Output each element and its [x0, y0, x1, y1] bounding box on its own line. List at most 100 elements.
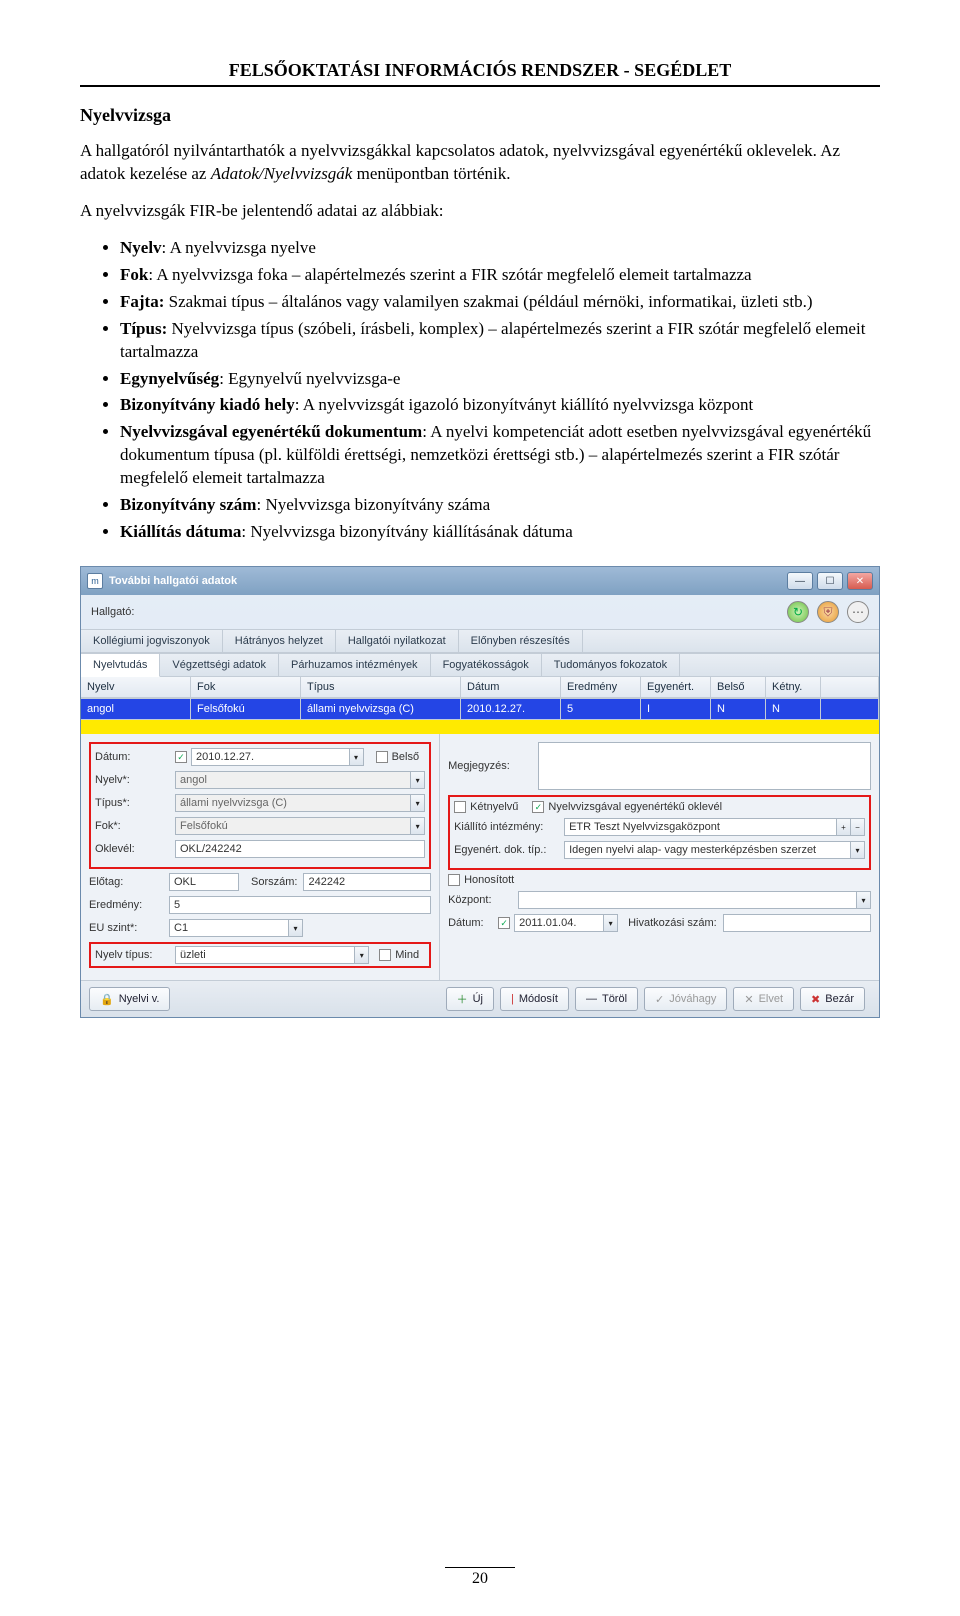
hivatkozas-input[interactable] — [723, 914, 871, 932]
app-icon: m — [87, 573, 103, 589]
button-bar: 🔒Nyelvi v. ＋Új |Módosít —Töröl ✓Jóváhagy… — [81, 980, 879, 1017]
nyelviv-button[interactable]: 🔒Nyelvi v. — [89, 987, 170, 1011]
nyelv-input[interactable]: angol — [175, 771, 411, 789]
tab[interactable]: Nyelvtudás — [81, 654, 160, 677]
column-header[interactable]: Fok — [191, 677, 301, 698]
euszint-label: EU szint*: — [89, 922, 169, 934]
egyenert-doc-label: Egyenért. dok. típ.: — [454, 844, 564, 856]
column-header[interactable] — [821, 677, 879, 698]
tab[interactable]: Párhuzamos intézmények — [279, 654, 431, 676]
kiallito-label: Kiállító intézmény: — [454, 821, 564, 833]
mind-checkbox[interactable] — [379, 949, 391, 961]
megjegyzes-input[interactable] — [538, 742, 871, 790]
shield-icon[interactable]: ⛨ — [817, 601, 839, 623]
datum2-label: Dátum: — [448, 917, 498, 929]
plus-icon[interactable]: + — [837, 818, 851, 836]
column-header[interactable]: Eredmény — [561, 677, 641, 698]
tab[interactable]: Kollégiumi jogviszonyok — [81, 630, 223, 652]
cell[interactable]: I — [641, 699, 711, 719]
cell[interactable]: N — [766, 699, 821, 719]
dropdown-icon[interactable]: ▾ — [411, 794, 425, 812]
bullet-item: Nyelvvizsgával egyenértékű dokumentum: A… — [120, 421, 880, 490]
minimize-button[interactable]: — — [787, 572, 813, 590]
ketnyelu-checkbox[interactable] — [454, 801, 466, 813]
data-grid: NyelvFokTípusDátumEredményEgyenért.Belső… — [81, 677, 879, 699]
tipus-input[interactable]: állami nyelvvizsga (C) — [175, 794, 411, 812]
dropdown-icon[interactable]: ▾ — [289, 919, 303, 937]
hivatkozas-label: Hivatkozási szám: — [628, 917, 717, 929]
egyenert-chk-label: Nyelvvizsgával egyenértékű oklevél — [548, 801, 722, 813]
belso-checkbox[interactable] — [376, 751, 388, 763]
fok-input[interactable]: Felsőfokú — [175, 817, 411, 835]
tab[interactable]: Hátrányos helyzet — [223, 630, 336, 652]
cell[interactable]: 5 — [561, 699, 641, 719]
dropdown-icon[interactable]: ▾ — [411, 771, 425, 789]
euszint-input[interactable]: C1 — [169, 919, 289, 937]
column-header[interactable]: Kétny. — [766, 677, 821, 698]
column-header[interactable]: Nyelv — [81, 677, 191, 698]
bullet-item: Egynyelvűség: Egynyelvű nyelvvizsga-e — [120, 368, 880, 391]
bullet-item: Nyelv: A nyelvvizsga nyelve — [120, 237, 880, 260]
cell[interactable]: 2010.12.27. — [461, 699, 561, 719]
datum-dropdown-icon[interactable]: ▾ — [350, 748, 364, 766]
more-icon[interactable]: ⋯ — [847, 601, 869, 623]
datum-checkbox[interactable]: ✓ — [175, 751, 187, 763]
tab[interactable]: Fogyatékosságok — [431, 654, 542, 676]
datum-input[interactable]: 2010.12.27. — [191, 748, 350, 766]
cell[interactable]: angol — [81, 699, 191, 719]
column-header[interactable]: Belső — [711, 677, 766, 698]
dropdown-icon[interactable]: ▾ — [857, 891, 871, 909]
kiallito-input[interactable]: ETR Teszt Nyelvvizsgaközpont — [564, 818, 837, 836]
oklevel-input[interactable]: OKL/242242 — [175, 840, 425, 858]
refresh-icon[interactable]: ↻ — [787, 601, 809, 623]
hallgato-label: Hallgató: — [91, 606, 151, 618]
sorszam-input[interactable]: 242242 — [303, 873, 431, 891]
dropdown-icon[interactable]: ▾ — [355, 946, 369, 964]
cell[interactable]: Felsőfokú — [191, 699, 301, 719]
elotag-input[interactable]: OKL — [169, 873, 239, 891]
column-header[interactable]: Egyenért. — [641, 677, 711, 698]
tab[interactable]: Tudományos fokozatok — [542, 654, 680, 676]
eredmeny-input[interactable]: 5 — [169, 896, 431, 914]
form-left: Dátum: ✓ 2010.12.27. ▾ Belső Nyelv*:ango… — [81, 734, 440, 980]
column-header[interactable]: Dátum — [461, 677, 561, 698]
minus-icon[interactable]: − — [851, 818, 865, 836]
column-header[interactable]: Típus — [301, 677, 461, 698]
megjegyzes-label: Megjegyzés: — [448, 760, 538, 772]
cell[interactable]: N — [711, 699, 766, 719]
datum-label: Dátum: — [95, 751, 175, 763]
cell[interactable] — [821, 699, 879, 719]
tab[interactable]: Végzettségi adatok — [160, 654, 279, 676]
egyenert-checkbox[interactable]: ✓ — [532, 801, 544, 813]
kozpont-input[interactable] — [518, 891, 857, 909]
dropdown-icon[interactable]: ▾ — [604, 914, 618, 932]
dropdown-icon[interactable]: ▾ — [851, 841, 865, 859]
honositott-checkbox[interactable] — [448, 874, 460, 886]
plus-icon: ＋ — [457, 991, 468, 1007]
bullet-item: Típus: Nyelvvizsga típus (szóbeli, írásb… — [120, 318, 880, 364]
maximize-button[interactable]: ☐ — [817, 572, 843, 590]
tab[interactable]: Hallgatói nyilatkozat — [336, 630, 459, 652]
tab[interactable]: Előnyben részesítés — [459, 630, 583, 652]
bezar-button[interactable]: ✖Bezár — [800, 987, 865, 1011]
minus-icon: — — [586, 993, 597, 1005]
form-right: Megjegyzés: Kétnyelvű ✓Nyelvvizsgával eg… — [440, 734, 879, 980]
datum2-input[interactable]: 2011.01.04. — [514, 914, 604, 932]
cell[interactable]: állami nyelvvizsga (C) — [301, 699, 461, 719]
datum2-checkbox[interactable]: ✓ — [498, 917, 510, 929]
close-icon: ✖ — [811, 993, 820, 1006]
uj-button[interactable]: ＋Új — [446, 987, 494, 1011]
nyelvtipus-label: Nyelv típus: — [95, 949, 175, 961]
elvet-button[interactable]: ✕Elvet — [733, 987, 794, 1011]
dropdown-icon[interactable]: ▾ — [411, 817, 425, 835]
jovahagy-button[interactable]: ✓Jóváhagy — [644, 987, 727, 1011]
titlebar: m További hallgatói adatok — ☐ ✕ — [81, 567, 879, 595]
egyenert-doc-input[interactable]: Idegen nyelvi alap- vagy mesterképzésben… — [564, 841, 851, 859]
modosit-button[interactable]: |Módosít — [500, 987, 569, 1011]
close-button[interactable]: ✕ — [847, 572, 873, 590]
honositott-label: Honosított — [464, 874, 514, 886]
tab-row-1: Kollégiumi jogviszonyokHátrányos helyzet… — [81, 629, 879, 653]
torol-button[interactable]: —Töröl — [575, 987, 638, 1011]
page-number: 20 — [445, 1567, 515, 1588]
nyelvtipus-input[interactable]: üzleti — [175, 946, 355, 964]
